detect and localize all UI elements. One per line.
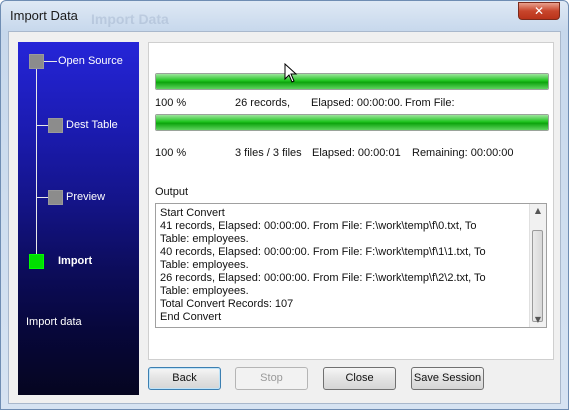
step-marker-preview (48, 190, 63, 205)
step-connector (37, 125, 48, 126)
file-progress-fill (156, 115, 548, 130)
output-log-line: Table: employees. (160, 259, 249, 271)
file-elapsed: Elapsed: 00:00:01 (312, 147, 401, 159)
output-log-line: End Convert (160, 311, 222, 323)
save-session-button[interactable]: Save Session (411, 367, 484, 390)
output-log-line: 41 records, Elapsed: 00:00:00. From File… (160, 220, 477, 232)
close-icon: ✕ (533, 4, 545, 18)
scrollbar-thumb[interactable] (532, 230, 543, 322)
output-log-line: Total Convert Records: 107 (160, 298, 294, 310)
sidebar-caption: Import data (26, 316, 82, 328)
step-marker-dest-table (48, 118, 63, 133)
scroll-down-icon[interactable]: ▼ (530, 313, 546, 327)
file-progress-percent: 100 % (155, 147, 187, 159)
output-log-line: Start Convert (160, 207, 225, 219)
output-log-line: 40 records, Elapsed: 00:00:00. From File… (160, 246, 486, 258)
close-button[interactable]: Close (323, 367, 396, 390)
file-remaining: Remaining: 00:00:00 (412, 147, 514, 159)
record-from-file: From File: (405, 97, 455, 109)
output-label: Output (155, 186, 189, 198)
step-marker-open-source (29, 54, 44, 69)
title-bar: Import Data Import Data ✕ (1, 1, 568, 31)
record-count: 26 records, (235, 97, 291, 109)
file-count: 3 files / 3 files (235, 147, 302, 159)
output-log-line: Table: employees. (160, 285, 249, 297)
step-connector (44, 61, 57, 62)
file-progress-bar (155, 114, 549, 131)
record-progress-bar (155, 73, 549, 90)
record-progress-fill (156, 74, 548, 89)
record-elapsed: Elapsed: 00:00:00. (311, 97, 403, 109)
steps-connector-line (36, 61, 37, 266)
window-title: Import Data (10, 8, 78, 23)
output-scrollbar[interactable]: ▲ ▼ (529, 204, 546, 327)
window-title-ghost: Import Data (91, 11, 169, 27)
wizard-steps-sidebar: Open Source Dest Table Preview Import Im… (18, 42, 139, 395)
dialog-client-area: Open Source Dest Table Preview Import Im… (8, 31, 561, 404)
import-progress-panel: 100 % 26 records, Elapsed: 00:00:00. Fro… (148, 42, 554, 360)
mouse-cursor-icon (284, 63, 298, 83)
window-close-button[interactable]: ✕ (518, 2, 560, 20)
output-log-line: Table: employees. (160, 233, 249, 245)
output-log[interactable]: Start Convert 41 records, Elapsed: 00:00:… (155, 203, 547, 328)
back-button[interactable]: Back (148, 367, 221, 390)
import-data-window: Import Data Import Data ✕ Open Source De… (0, 0, 569, 410)
record-progress-percent: 100 % (155, 97, 187, 109)
step-label-dest-table[interactable]: Dest Table (66, 119, 118, 131)
output-log-text: Start Convert 41 records, Elapsed: 00:00:… (160, 207, 528, 324)
scroll-up-icon[interactable]: ▲ (530, 204, 546, 218)
step-label-import[interactable]: Import (58, 255, 92, 267)
output-log-line: 26 records, Elapsed: 00:00:00. From File… (160, 272, 486, 284)
step-label-preview[interactable]: Preview (66, 191, 105, 203)
stop-button[interactable]: Stop (235, 367, 308, 390)
step-label-open-source[interactable]: Open Source (58, 55, 123, 67)
step-connector (37, 197, 48, 198)
step-marker-import (29, 254, 44, 269)
